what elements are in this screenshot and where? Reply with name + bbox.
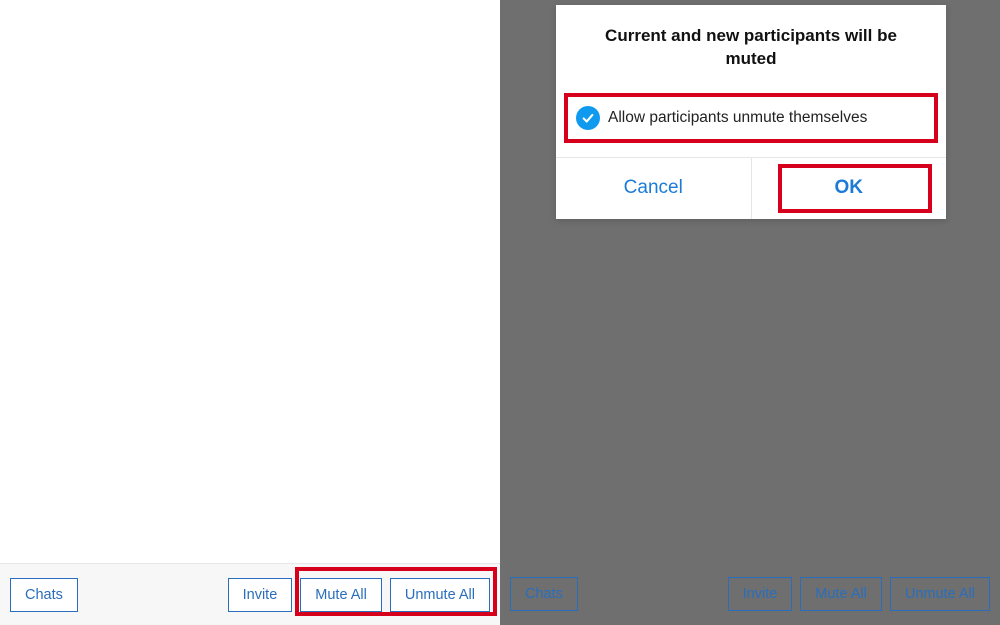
allow-unmute-option[interactable]: Allow participants unmute themselves: [564, 93, 938, 143]
unmute-all-button[interactable]: Unmute All: [390, 578, 490, 612]
cancel-label: Cancel: [624, 177, 683, 199]
dialog-actions: Cancel OK: [556, 157, 946, 219]
allow-unmute-label: Allow participants unmute themselves: [608, 109, 867, 127]
invite-button[interactable]: Invite: [228, 578, 293, 612]
dialog-title: Current and new participants will be mut…: [556, 5, 946, 87]
right-panel: Chats Invite Mute All Unmute All Current…: [500, 0, 1000, 625]
checkmark-icon: [576, 106, 600, 130]
participants-toolbar-left: Chats Invite Mute All Unmute All: [0, 563, 500, 625]
unmute-all-button[interactable]: Unmute All: [890, 577, 990, 611]
cancel-button[interactable]: Cancel: [556, 158, 751, 219]
mute-all-dialog: Current and new participants will be mut…: [556, 5, 946, 219]
chats-button[interactable]: Chats: [510, 577, 578, 611]
participants-toolbar-right: Chats Invite Mute All Unmute All: [500, 563, 1000, 625]
chats-button[interactable]: Chats: [10, 578, 78, 612]
left-panel: Chats Invite Mute All Unmute All: [0, 0, 500, 625]
ok-button[interactable]: OK: [751, 158, 947, 219]
highlight-ok-button: [778, 164, 933, 213]
mute-all-button[interactable]: Mute All: [800, 577, 882, 611]
mute-all-button[interactable]: Mute All: [300, 578, 382, 612]
invite-button[interactable]: Invite: [728, 577, 793, 611]
